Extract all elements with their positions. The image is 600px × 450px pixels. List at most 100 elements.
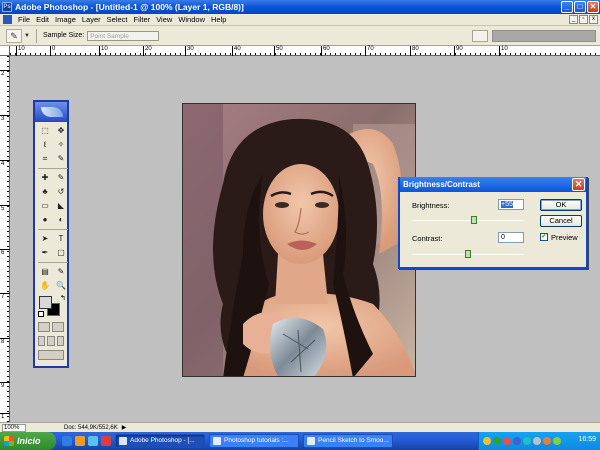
pen-icon[interactable]: ✒: [38, 247, 52, 259]
tool-preset-arrow-icon[interactable]: ▼: [24, 33, 30, 39]
quick-mask-icon[interactable]: [52, 322, 64, 332]
document-icon[interactable]: [3, 15, 12, 24]
contrast-input[interactable]: 0: [498, 232, 524, 243]
crop-icon[interactable]: ⌗: [38, 153, 52, 165]
messenger-icon[interactable]: [101, 436, 111, 446]
magic-wand-icon[interactable]: ✧: [54, 139, 68, 151]
zoom-icon[interactable]: 🔍: [54, 280, 68, 292]
menu-help[interactable]: Help: [208, 15, 229, 24]
menu-window[interactable]: Window: [175, 15, 208, 24]
standard-mode-icon[interactable]: [38, 322, 50, 332]
dialog-title-bar[interactable]: Brightness/Contrast ✕: [400, 177, 586, 192]
close-button[interactable]: ✕: [587, 1, 599, 13]
tray-icon[interactable]: [503, 437, 511, 445]
start-label: Inicio: [17, 436, 41, 446]
brightness-slider-thumb[interactable]: [470, 216, 477, 224]
dialog-close-button[interactable]: ✕: [572, 178, 585, 191]
start-button[interactable]: Inicio: [0, 432, 56, 450]
tray-icon[interactable]: [483, 437, 491, 445]
ruler-origin[interactable]: [0, 46, 10, 56]
path-selection-icon[interactable]: ➤: [38, 233, 52, 245]
notes-icon[interactable]: ▤: [38, 266, 52, 278]
menu-select[interactable]: Select: [104, 15, 131, 24]
preview-label: Preview: [551, 233, 578, 242]
tray-icon[interactable]: [553, 437, 561, 445]
doc-restore-button[interactable]: ▫: [579, 15, 588, 24]
eyedropper-icon[interactable]: ✎: [54, 266, 68, 278]
doc-close-button[interactable]: x: [589, 15, 598, 24]
default-colors-icon[interactable]: [38, 311, 44, 317]
ruler-tick: 60: [321, 46, 330, 56]
blur-icon[interactable]: ●: [38, 214, 52, 226]
dodge-icon[interactable]: ◐: [54, 214, 68, 226]
slice-icon[interactable]: ✎: [54, 153, 68, 165]
horizontal-ruler[interactable]: 10 0 10 20 30 40 50 60 70 80 90 10: [10, 46, 600, 56]
move-icon[interactable]: ✥: [54, 125, 68, 137]
tray-icon[interactable]: [513, 437, 521, 445]
zoom-field[interactable]: 100%: [2, 423, 26, 432]
menu-edit[interactable]: Edit: [33, 15, 52, 24]
document-size[interactable]: Doc: 544,9K/552,6K: [64, 425, 118, 431]
ruler-tick: 50: [274, 46, 283, 56]
task-photoshop-tutorials[interactable]: Photoshop tutorials :...: [209, 434, 299, 448]
tools-grid: ⬚ ✥ ℓ ✧ ⌗ ✎ ✚ ✎ ♣ ↺ ▭ ◣ ● ◐ ➤ T ✒ ▢ ▤ ✎ …: [35, 122, 68, 292]
doc-minimize-button[interactable]: _: [569, 15, 578, 24]
browser-icon[interactable]: [62, 436, 72, 446]
title-bar[interactable]: Ps Adobe Photoshop - [Untitled-1 @ 100% …: [0, 0, 600, 14]
ruler-tick: 4: [0, 160, 10, 167]
system-tray: 16:59: [478, 432, 600, 450]
lasso-icon[interactable]: ℓ: [38, 139, 52, 151]
clone-stamp-icon[interactable]: ♣: [38, 186, 52, 198]
task-photoshop[interactable]: Adobe Photoshop - [...: [115, 434, 205, 448]
vertical-ruler[interactable]: 2 3 4 5 6 7 8 9 1: [0, 56, 10, 422]
foreground-color-swatch[interactable]: [39, 296, 52, 309]
brush-icon[interactable]: ✎: [54, 172, 68, 184]
history-brush-icon[interactable]: ↺: [54, 186, 68, 198]
document-canvas[interactable]: [182, 103, 416, 377]
tray-icon[interactable]: [543, 437, 551, 445]
brightness-slider[interactable]: [412, 220, 524, 221]
standard-screen-icon[interactable]: [38, 336, 46, 346]
mask-mode-row: [35, 320, 67, 334]
full-screen-menu-icon[interactable]: [47, 336, 55, 346]
show-desktop-icon[interactable]: [88, 436, 98, 446]
palette-well[interactable]: [492, 30, 596, 42]
ruler-tick: 10: [16, 46, 25, 56]
menu-filter[interactable]: Filter: [131, 15, 154, 24]
healing-brush-icon[interactable]: ✚: [38, 172, 52, 184]
shape-icon[interactable]: ▢: [54, 247, 68, 259]
maximize-button[interactable]: □: [574, 1, 586, 13]
ruler-tick: 20: [143, 46, 152, 56]
full-screen-icon[interactable]: [56, 336, 64, 346]
preview-checkbox[interactable]: ✓: [540, 233, 548, 241]
tray-icon[interactable]: [523, 437, 531, 445]
menu-image[interactable]: Image: [52, 15, 79, 24]
jump-to-imageready-icon[interactable]: [38, 350, 64, 360]
ok-button[interactable]: OK: [540, 199, 582, 211]
tray-icon[interactable]: [493, 437, 501, 445]
toolbox-panel[interactable]: ⬚ ✥ ℓ ✧ ⌗ ✎ ✚ ✎ ♣ ↺ ▭ ◣ ● ◐ ➤ T ✒ ▢ ▤ ✎ …: [33, 100, 69, 368]
eyedropper-icon[interactable]: ✎: [6, 28, 22, 43]
cancel-button[interactable]: Cancel: [540, 215, 582, 227]
toolbox-header[interactable]: [35, 102, 67, 122]
hand-icon[interactable]: ✋: [38, 280, 52, 292]
ruler-tick: 90: [454, 46, 463, 56]
task-pencil-sketch[interactable]: Pencil Sketch to Smoo...: [303, 434, 393, 448]
tray-icon[interactable]: [533, 437, 541, 445]
minimize-button[interactable]: _: [561, 1, 573, 13]
brightness-input[interactable]: +55: [498, 199, 524, 210]
type-icon[interactable]: T: [54, 233, 68, 245]
status-menu-arrow-icon[interactable]: ▶: [122, 424, 127, 431]
sample-size-select[interactable]: Point Sample: [87, 30, 160, 41]
contrast-slider-thumb[interactable]: [465, 250, 471, 258]
brightness-value: +55: [501, 201, 513, 208]
menu-view[interactable]: View: [153, 15, 175, 24]
marquee-icon[interactable]: ⬚: [38, 125, 52, 137]
menu-layer[interactable]: Layer: [79, 15, 104, 24]
paint-bucket-icon[interactable]: ◣: [54, 200, 68, 212]
media-player-icon[interactable]: [75, 436, 85, 446]
swap-colors-icon[interactable]: ↰: [60, 294, 66, 302]
eraser-icon[interactable]: ▭: [38, 200, 52, 212]
menu-file[interactable]: File: [15, 15, 33, 24]
file-browser-button[interactable]: [472, 30, 488, 42]
